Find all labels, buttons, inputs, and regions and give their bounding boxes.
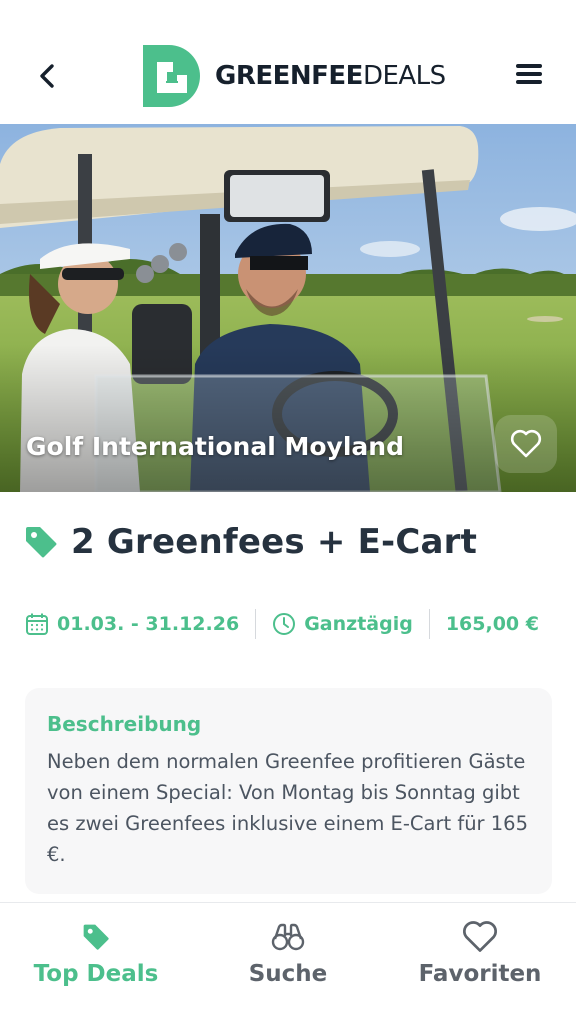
nav-label: Favoriten: [418, 961, 542, 987]
bottom-navigation: Top Deals Suche Favoriten: [0, 902, 576, 1010]
description-heading: Beschreibung: [47, 712, 202, 736]
tag-icon: [83, 924, 109, 950]
deal-title-row: 2 Greenfees + E-Cart: [24, 522, 477, 562]
menu-button[interactable]: [516, 64, 542, 88]
logo-text-light: DEALS: [362, 61, 446, 91]
price-text: 165,00 €: [445, 613, 539, 635]
info-divider: [428, 609, 430, 639]
clock-icon: [273, 613, 296, 635]
hamburger-menu-icon: [516, 64, 542, 84]
binoculars-icon: [271, 923, 305, 951]
back-button[interactable]: [30, 58, 66, 94]
nav-label: Suche: [248, 961, 328, 987]
tag-icon: [26, 527, 57, 558]
heart-outline-icon: [463, 921, 497, 952]
info-divider: [255, 609, 257, 639]
app-header: GREENFEEDEALS: [0, 0, 576, 124]
calendar-icon: [26, 613, 48, 635]
deal-title: 2 Greenfees + E-Cart: [71, 522, 478, 562]
logo-mark-icon: [143, 45, 200, 107]
description-text: Neben dem normalen Greenfee profitieren …: [47, 750, 528, 866]
date-range-info: 01.03. - 31.12.26: [25, 612, 239, 636]
date-range-text: 01.03. - 31.12.26: [57, 613, 240, 635]
description-card: Beschreibung Neben dem normalen Greenfee…: [25, 688, 552, 894]
chevron-left-icon: [40, 64, 54, 88]
nav-favorites[interactable]: Favoriten: [384, 903, 576, 1010]
favorite-button[interactable]: [495, 415, 557, 473]
price-info: 165,00 €: [446, 613, 539, 635]
nav-top-deals[interactable]: Top Deals: [0, 903, 192, 1010]
nav-label: Top Deals: [33, 961, 159, 987]
nav-search[interactable]: Suche: [192, 903, 384, 1010]
logo-text-bold: GREENFEE: [215, 61, 363, 91]
logo-wordmark: GREENFEEDEALS: [215, 63, 446, 89]
heart-outline-icon: [510, 429, 542, 458]
brand-logo[interactable]: GREENFEEDEALS: [143, 45, 446, 107]
deal-info-row: 01.03. - 31.12.26 Ganztägig 165,00 €: [25, 607, 539, 641]
course-name: Golf International Moyland: [26, 432, 404, 461]
time-info: Ganztägig: [272, 612, 413, 636]
time-text: Ganztägig: [304, 613, 413, 635]
